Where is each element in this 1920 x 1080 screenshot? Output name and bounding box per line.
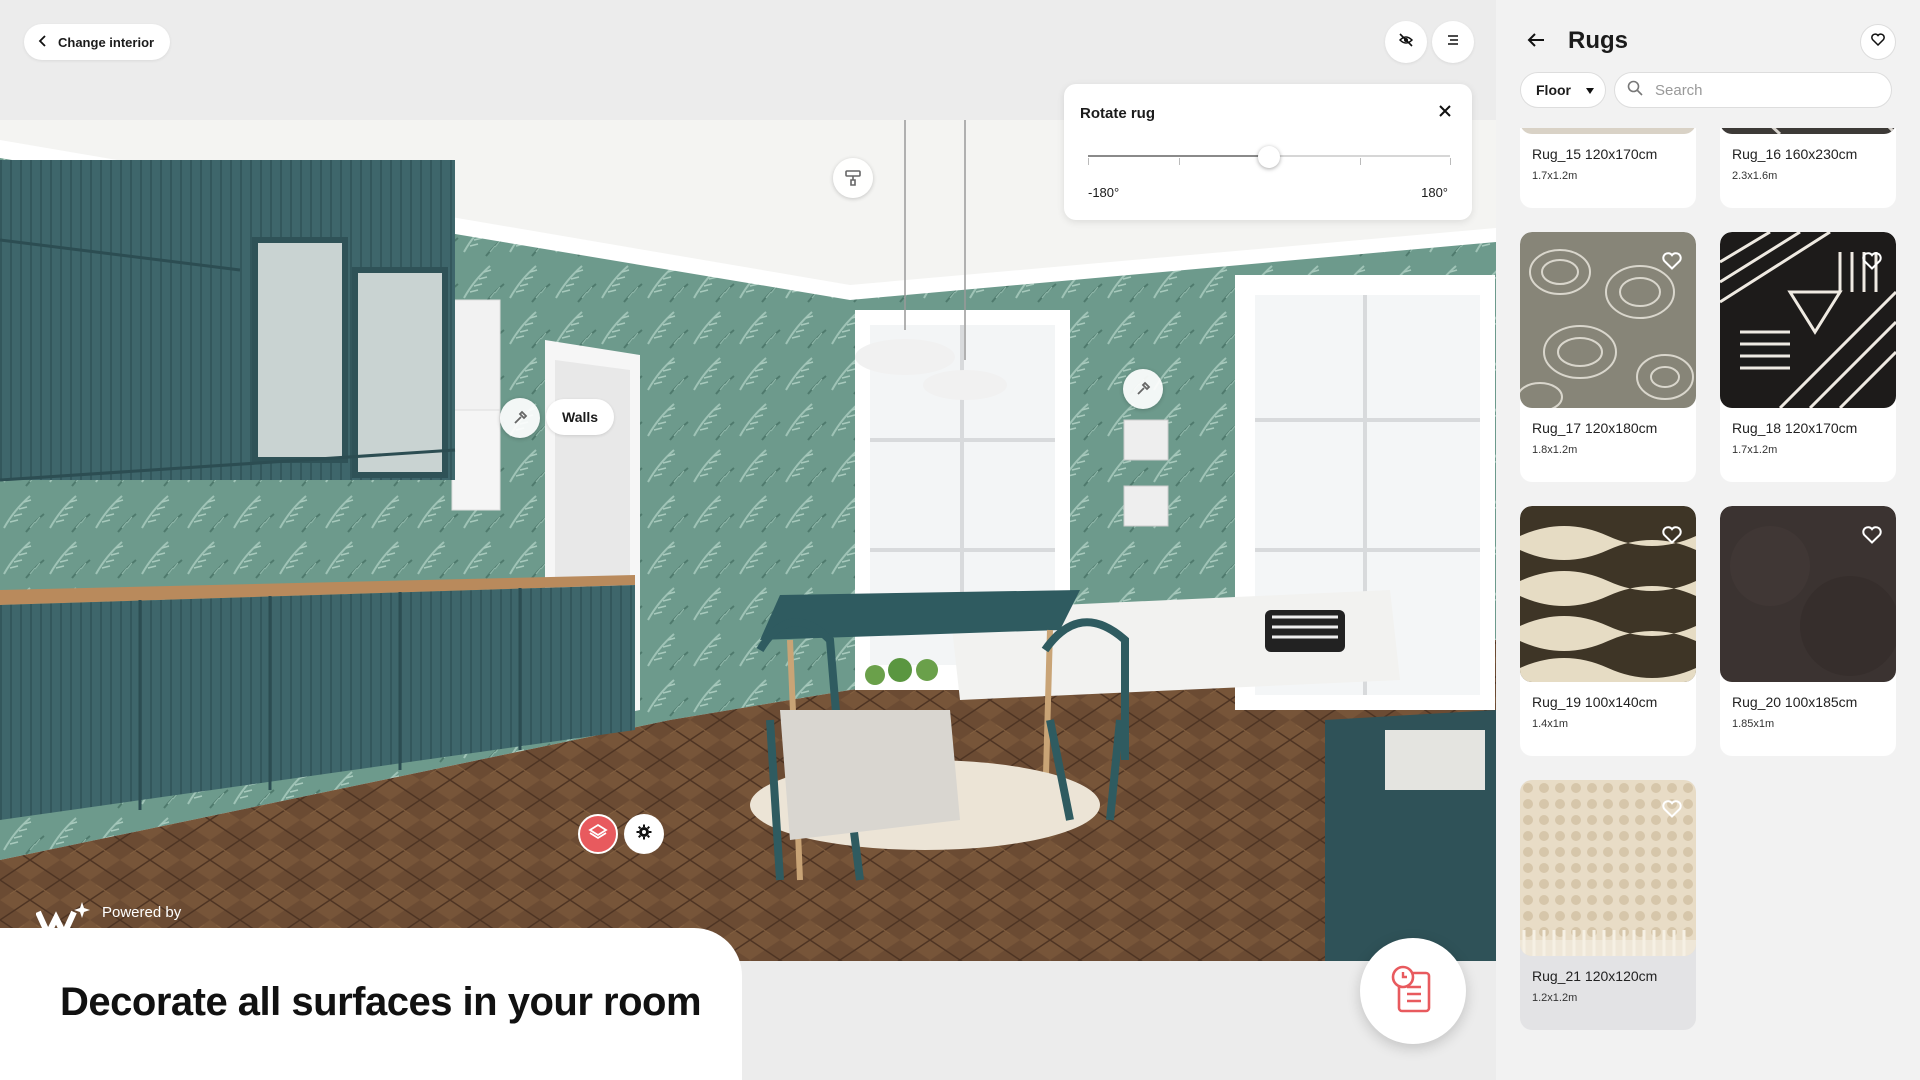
rug-card[interactable]: Rug_19 100x140cm 1.4x1m [1520, 506, 1696, 756]
rug-card[interactable]: Rug_18 120x170cm 1.7x1.2m [1720, 232, 1896, 482]
search-icon [1627, 80, 1643, 101]
rotation-min-label: -180° [1088, 185, 1120, 200]
brush-icon [511, 409, 529, 427]
brush-icon [1134, 380, 1152, 398]
sidebar-header: Rugs Floor [1496, 0, 1920, 128]
rotate-rug-panel: Rotate rug -180° 180° [1064, 84, 1472, 220]
rug-size: 1.7x1.2m [1532, 170, 1578, 182]
slider-tick [1088, 158, 1089, 165]
rug-size: 1.8x1.2m [1532, 444, 1578, 456]
close-rotate-panel-button[interactable] [1432, 100, 1458, 126]
rug-card[interactable]: Rug_17 120x180cm 1.8x1.2m [1520, 232, 1696, 482]
rotation-max-label: 180° [1421, 185, 1448, 200]
heart-icon[interactable] [1862, 526, 1882, 546]
favorites-button[interactable] [1860, 24, 1896, 60]
rotation-slider[interactable] [1088, 146, 1451, 168]
eye-off-icon [1398, 32, 1414, 53]
rug-card[interactable]: Rug_21 120x120cm 1.2x1.2m [1520, 780, 1696, 1030]
promo-headline: Decorate all surfaces in your room [60, 980, 702, 1024]
right-wall-hotspot[interactable] [1123, 369, 1163, 409]
slider-thumb[interactable] [1258, 146, 1280, 168]
search-input[interactable] [1655, 81, 1855, 99]
sidebar-title: Rugs [1568, 27, 1628, 54]
heart-icon[interactable] [1662, 252, 1682, 272]
slider-tick [1178, 158, 1180, 165]
back-button[interactable] [1522, 28, 1550, 56]
heart-icon[interactable] [1662, 800, 1682, 820]
surface-filter-label: Floor [1536, 82, 1571, 98]
gear-icon [636, 824, 652, 845]
rug-size: 2.3x1.6m [1732, 170, 1778, 182]
hide-hotspots-button[interactable] [1385, 21, 1427, 63]
rug-name: Rug_15 120x170cm [1532, 146, 1658, 162]
heart-icon[interactable] [1862, 252, 1882, 272]
menu-icon [1446, 33, 1460, 51]
heart-icon[interactable] [1662, 526, 1682, 546]
rug-name: Rug_19 100x140cm [1532, 694, 1658, 710]
search-field[interactable] [1614, 72, 1892, 108]
rug-size: 1.85x1m [1732, 718, 1775, 730]
room-viewer: Walls Change interior Rotate rug -180° 1… [0, 0, 1496, 1080]
slider-tick [1359, 158, 1361, 165]
rotate-panel-title: Rotate rug [1080, 105, 1155, 122]
menu-button[interactable] [1432, 21, 1474, 63]
rug-name: Rug_17 120x180cm [1532, 420, 1658, 436]
caret-down-icon [1585, 82, 1595, 98]
chevron-left-icon [38, 34, 48, 50]
room-render[interactable] [0, 120, 1496, 961]
slider-tick [1450, 158, 1451, 165]
heart-icon [1871, 33, 1885, 51]
rug-name: Rug_21 120x120cm [1532, 968, 1658, 984]
settings-hotspot[interactable] [624, 814, 664, 854]
slider-fill [1088, 155, 1269, 157]
history-list-button[interactable] [1360, 938, 1466, 1044]
rug-size: 1.4x1m [1532, 718, 1569, 730]
walls-label[interactable]: Walls [546, 399, 615, 435]
rug-size: 1.2x1.2m [1532, 992, 1578, 1004]
change-interior-button[interactable]: Change interior [24, 24, 171, 60]
close-icon [1438, 104, 1452, 123]
clipboard-clock-icon [1389, 963, 1437, 1020]
rug-card[interactable]: Rug_20 100x185cm 1.85x1m [1720, 506, 1896, 756]
change-interior-label: Change interior [58, 34, 155, 50]
rug-size: 1.7x1.2m [1732, 444, 1778, 456]
left-wall-hotspot[interactable] [500, 398, 540, 438]
paint-roller-icon [844, 169, 862, 187]
promo-banner: Decorate all surfaces in your room [0, 928, 742, 1080]
ceiling-hotspot[interactable] [833, 158, 873, 198]
floor-hotspot-active[interactable] [578, 814, 618, 854]
rug-name: Rug_16 160x230cm [1732, 146, 1858, 162]
floor-tiles-icon [588, 822, 608, 847]
catalog-sidebar: Rug_15 120x170cm 1.7x1.2m Rug_16 160x230cm… [1496, 0, 1920, 1080]
rug-name: Rug_20 100x185cm [1732, 694, 1858, 710]
surface-filter-dropdown[interactable]: Floor [1520, 72, 1606, 108]
arrow-left-icon [1527, 32, 1545, 53]
rug-name: Rug_18 120x170cm [1732, 420, 1858, 436]
powered-by-label: Powered by [102, 903, 182, 921]
